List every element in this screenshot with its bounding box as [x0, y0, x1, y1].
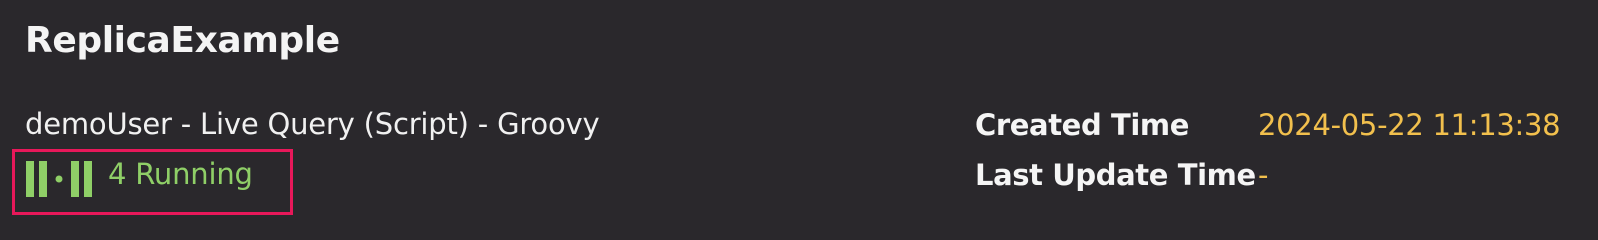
replica-subtitle: demoUser - Live Query (Script) - Groovy [25, 107, 600, 141]
created-time-label: Created Time [975, 108, 1190, 142]
replica-summary-panel: ReplicaExample demoUser - Live Query (Sc… [0, 0, 1598, 226]
running-status-text: 4 Running [108, 157, 253, 191]
last-update-time-label: Last Update Time [975, 158, 1256, 192]
page-title: ReplicaExample [25, 20, 340, 61]
created-time-value: 2024-05-22 11:13:38 [1258, 108, 1561, 142]
running-bars-icon [26, 161, 92, 197]
last-update-time-value: - [1258, 158, 1269, 192]
